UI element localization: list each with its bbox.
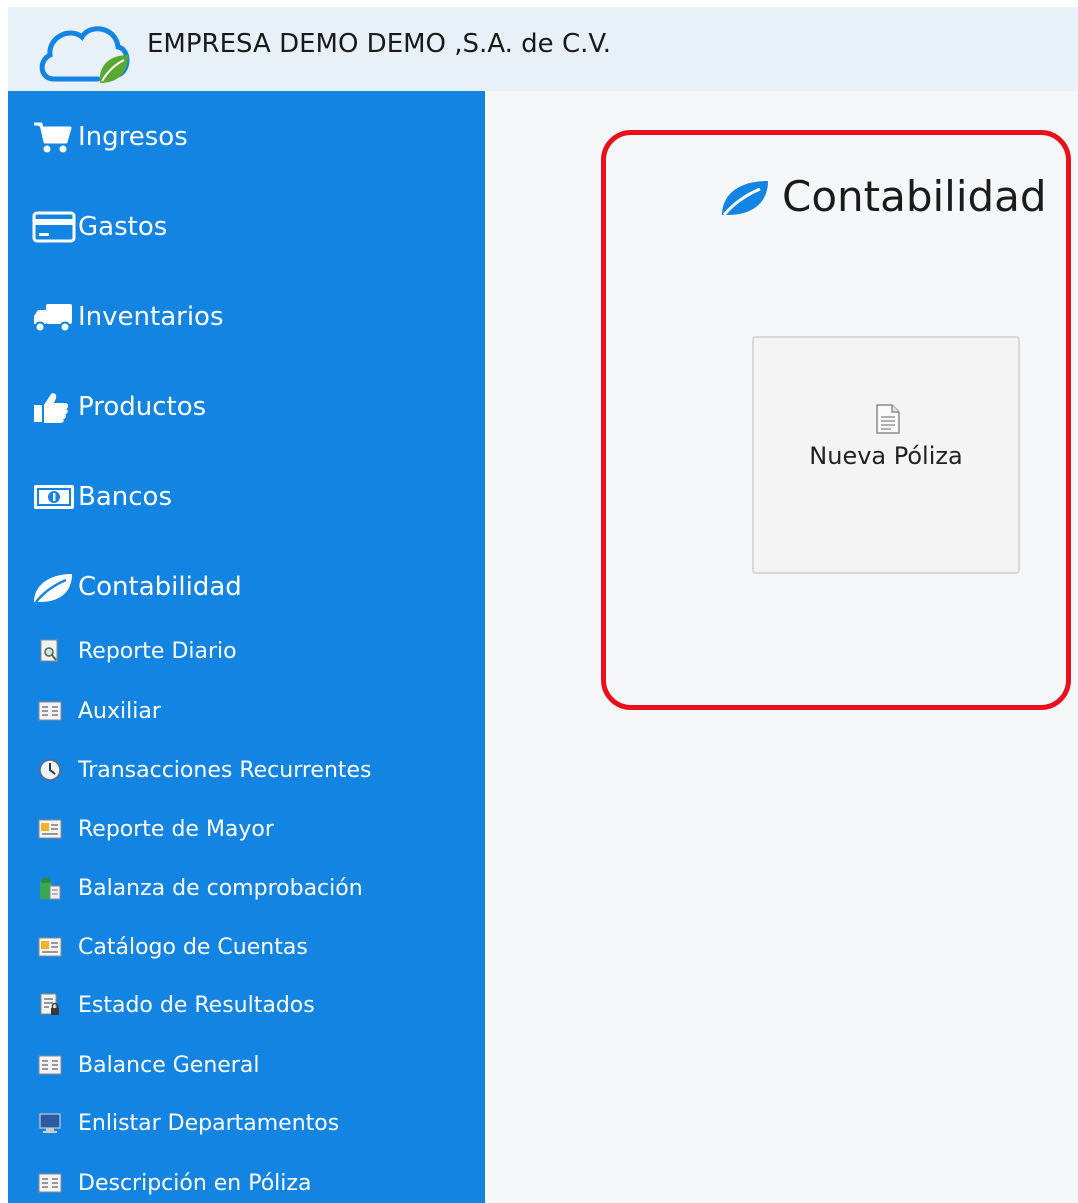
sidebar-item-ingresos[interactable]: Ingresos [32, 117, 188, 157]
document-icon [875, 404, 901, 434]
sidebar-item-reporte-de-mayor[interactable]: Reporte de Mayor [38, 814, 274, 844]
sidebar-item-label: Auxiliar [78, 698, 161, 724]
truck-icon [32, 297, 78, 337]
company-name: EMPRESA DEMO DEMO ,S.A. de C.V. [147, 29, 612, 59]
sidebar-item-label: Ingresos [78, 122, 188, 152]
clock-icon [38, 758, 62, 782]
cart-icon [32, 117, 78, 157]
report-card-icon [38, 935, 62, 959]
sidebar-item-reporte-diario[interactable]: Reporte Diario [38, 636, 237, 666]
sidebar-item-label: Balanza de comprobación [78, 875, 363, 901]
document-lock-icon [38, 993, 62, 1017]
leaf-icon [32, 567, 78, 607]
ledger-icon [38, 1171, 62, 1195]
sidebar-item-enlistar-departamentos[interactable]: Enlistar Departamentos [38, 1108, 339, 1138]
sidebar-item-label: Estado de Resultados [78, 992, 315, 1018]
thumbs-up-icon [32, 387, 78, 427]
app-header: EMPRESA DEMO DEMO ,S.A. de C.V. [8, 7, 1078, 91]
sidebar-item-label: Bancos [78, 482, 172, 512]
money-icon [32, 477, 78, 517]
ledger-icon [38, 699, 62, 723]
sidebar-item-balance-general[interactable]: Balance General [38, 1050, 259, 1080]
sidebar-item-balanza-de-comprobacion[interactable]: Balanza de comprobación [38, 873, 363, 903]
leaf-icon [718, 175, 774, 219]
sidebar-item-label: Gastos [78, 212, 168, 242]
sidebar-item-label: Inventarios [78, 302, 224, 332]
sidebar-item-label: Enlistar Departamentos [78, 1110, 340, 1136]
credit-card-icon [32, 207, 78, 247]
sidebar-item-catalogo-de-cuentas[interactable]: Catálogo de Cuentas [38, 932, 308, 962]
sidebar-item-label: Balance General [78, 1052, 260, 1078]
sidebar-item-label: Reporte Diario [78, 638, 237, 664]
cloud-leaf-logo-icon[interactable] [36, 19, 132, 85]
report-search-icon [38, 639, 62, 663]
sidebar-item-estado-de-resultados[interactable]: Estado de Resultados [38, 990, 315, 1020]
sidebar-item-label: Transacciones Recurrentes [78, 757, 372, 783]
page-title-text: Contabilidad [782, 172, 1047, 221]
sidebar-item-productos[interactable]: Productos [32, 387, 206, 427]
tile-label: Nueva Póliza [809, 442, 963, 470]
monitor-icon [38, 1111, 62, 1135]
page-title: Contabilidad [718, 172, 1047, 221]
sidebar-item-label: Descripción en Póliza [78, 1170, 312, 1196]
building-icon [38, 876, 62, 900]
sidebar-item-label: Productos [78, 392, 207, 422]
sidebar-item-contabilidad[interactable]: Contabilidad [32, 567, 242, 607]
sidebar-item-label: Contabilidad [78, 572, 242, 602]
ledger-icon [38, 1053, 62, 1077]
sidebar-item-descripcion-en-poliza[interactable]: Descripción en Póliza [38, 1168, 311, 1198]
sidebar-item-gastos[interactable]: Gastos [32, 207, 167, 247]
sidebar-item-bancos[interactable]: Bancos [32, 477, 172, 517]
sidebar-item-inventarios[interactable]: Inventarios [32, 297, 224, 337]
sidebar-item-label: Catálogo de Cuentas [78, 934, 308, 960]
sidebar-item-label: Reporte de Mayor [78, 816, 274, 842]
sidebar-item-auxiliar[interactable]: Auxiliar [38, 696, 161, 726]
nueva-poliza-button[interactable]: Nueva Póliza [752, 336, 1020, 574]
report-card-icon [38, 817, 62, 841]
sidebar-item-transacciones-recurrentes[interactable]: Transacciones Recurrentes [38, 755, 372, 785]
